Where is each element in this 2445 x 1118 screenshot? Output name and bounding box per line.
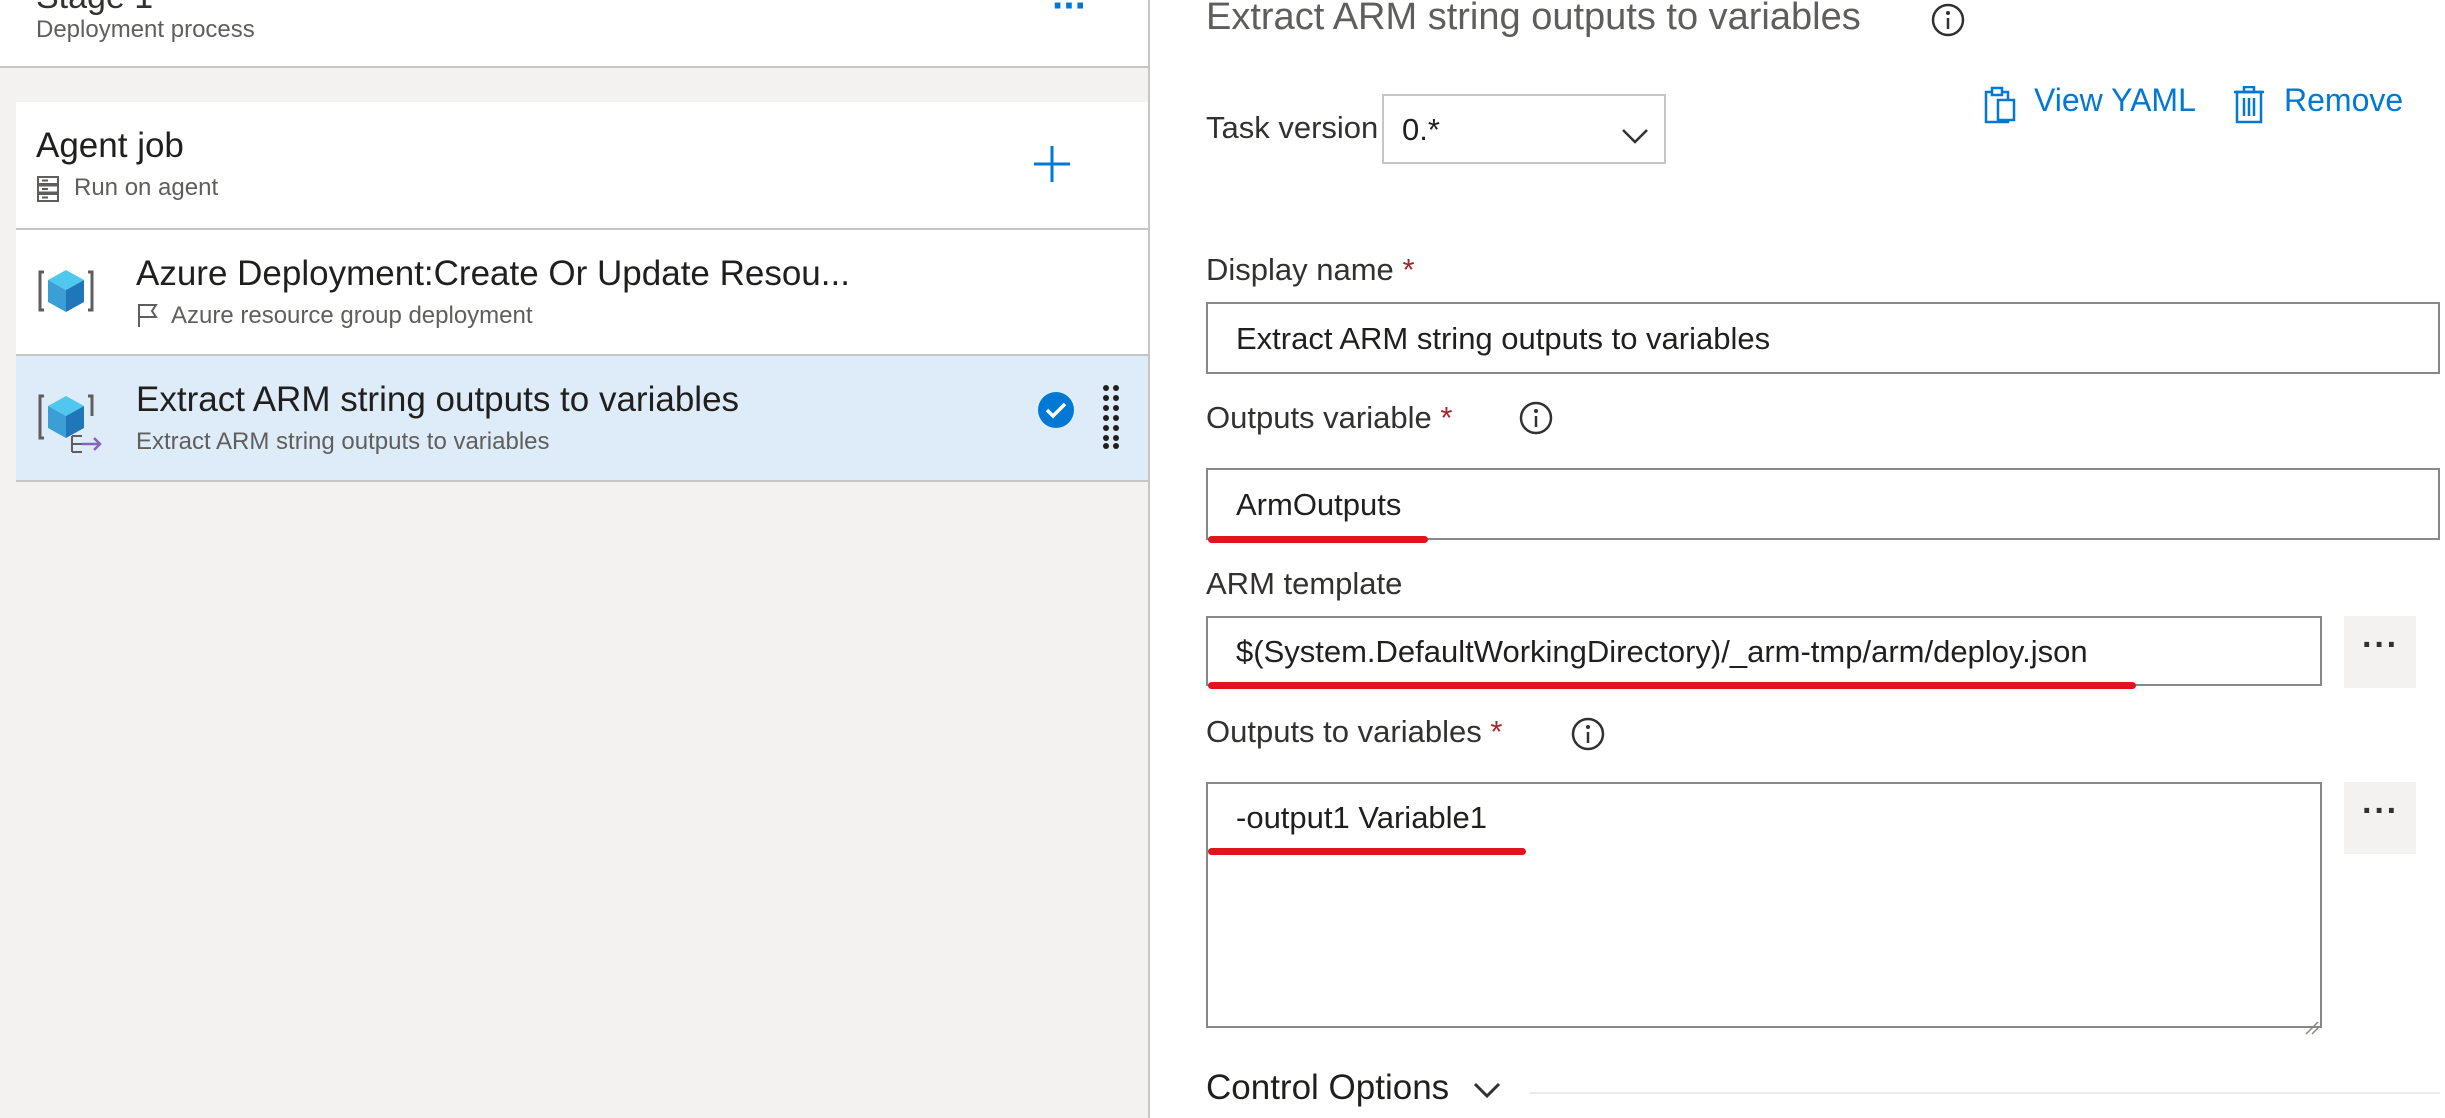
required-marker: * bbox=[1402, 252, 1415, 287]
annotation-underline bbox=[1208, 536, 1428, 543]
chevron-down-icon[interactable] bbox=[1472, 1080, 1502, 1105]
arm-outputs-icon bbox=[36, 386, 106, 467]
annotation-underline bbox=[1208, 682, 2136, 689]
flag-icon bbox=[136, 302, 160, 333]
stage-title: Stage 1 bbox=[36, 0, 153, 17]
agent-job-title: Agent job bbox=[36, 126, 184, 165]
outputs-variable-value: ArmOutputs bbox=[1236, 487, 1402, 522]
annotation-underline bbox=[1208, 848, 1526, 855]
arm-template-value: $(System.DefaultWorkingDirectory)/_arm-t… bbox=[1236, 634, 2088, 669]
display-name-label: Display name * bbox=[1206, 252, 1415, 287]
outputs-to-variables-browse-button[interactable]: ··· bbox=[2344, 782, 2416, 854]
display-name-value: Extract ARM string outputs to variables bbox=[1236, 321, 1771, 356]
remove-label: Remove bbox=[2284, 82, 2404, 118]
stage-header[interactable]: Stage 1 Deployment process ··· bbox=[0, 0, 1148, 68]
chevron-down-icon bbox=[1620, 118, 1650, 154]
task-subtitle: Azure resource group deployment bbox=[171, 302, 533, 329]
arm-template-field[interactable]: $(System.DefaultWorkingDirectory)/_arm-t… bbox=[1206, 616, 2322, 686]
task-details-pane: Extract ARM string outputs to variables … bbox=[1150, 0, 2445, 1118]
outputs-variable-field[interactable]: ArmOutputs bbox=[1206, 468, 2440, 540]
azure-cube-icon bbox=[36, 260, 96, 325]
info-icon[interactable] bbox=[1518, 400, 1554, 441]
required-marker: * bbox=[1440, 400, 1453, 435]
outputs-to-variables-label: Outputs to variables * bbox=[1206, 714, 1503, 749]
task-version-label: Task version bbox=[1206, 110, 1379, 145]
view-yaml-label: View YAML bbox=[2034, 82, 2196, 118]
pipeline-pane: Stage 1 Deployment process ··· Agent job… bbox=[0, 0, 1150, 1118]
display-name-field[interactable]: Extract ARM string outputs to variables bbox=[1206, 302, 2440, 374]
trash-icon bbox=[2232, 85, 2266, 132]
task-version-dropdown[interactable]: 0.* bbox=[1382, 94, 1666, 164]
outputs-variable-label: Outputs variable * bbox=[1206, 400, 1453, 435]
required-marker: * bbox=[1490, 714, 1503, 749]
arm-template-browse-button[interactable]: ··· bbox=[2344, 616, 2416, 688]
info-icon[interactable] bbox=[1930, 2, 1966, 43]
agent-job-subtitle: Run on agent bbox=[74, 174, 219, 201]
task-title: Azure Deployment:Create Or Update Resou.… bbox=[136, 254, 850, 293]
task-row-azure-deployment[interactable]: Azure Deployment:Create Or Update Resou.… bbox=[16, 230, 1148, 356]
arm-template-label: ARM template bbox=[1206, 566, 1403, 601]
more-dots-icon[interactable]: ··· bbox=[1052, 0, 1088, 29]
task-row-extract-arm-outputs[interactable]: Extract ARM string outputs to variables … bbox=[16, 356, 1148, 482]
clipboard-icon bbox=[1982, 86, 2018, 132]
checkmark-circle-icon bbox=[1036, 390, 1076, 435]
drag-handle-icon[interactable] bbox=[1102, 384, 1120, 455]
outputs-to-variables-textarea[interactable]: -output1 Variable1 bbox=[1206, 782, 2322, 1035]
stage-subtitle: Deployment process bbox=[36, 16, 255, 43]
plus-icon[interactable] bbox=[1024, 136, 1080, 192]
task-version-value: 0.* bbox=[1402, 112, 1440, 147]
agent-job-row[interactable]: Agent job Run on agent bbox=[16, 102, 1148, 230]
section-divider bbox=[1530, 1092, 2440, 1094]
task-details-title: Extract ARM string outputs to variables bbox=[1206, 0, 1861, 38]
server-icon bbox=[36, 176, 60, 207]
task-title: Extract ARM string outputs to variables bbox=[136, 380, 740, 419]
info-icon[interactable] bbox=[1570, 716, 1606, 757]
resize-grip-icon[interactable] bbox=[2302, 1008, 2320, 1044]
task-subtitle: Extract ARM string outputs to variables bbox=[136, 428, 550, 455]
control-options-toggle[interactable]: Control Options bbox=[1206, 1068, 1449, 1108]
outputs-to-variables-value: -output1 Variable1 bbox=[1236, 800, 1488, 835]
